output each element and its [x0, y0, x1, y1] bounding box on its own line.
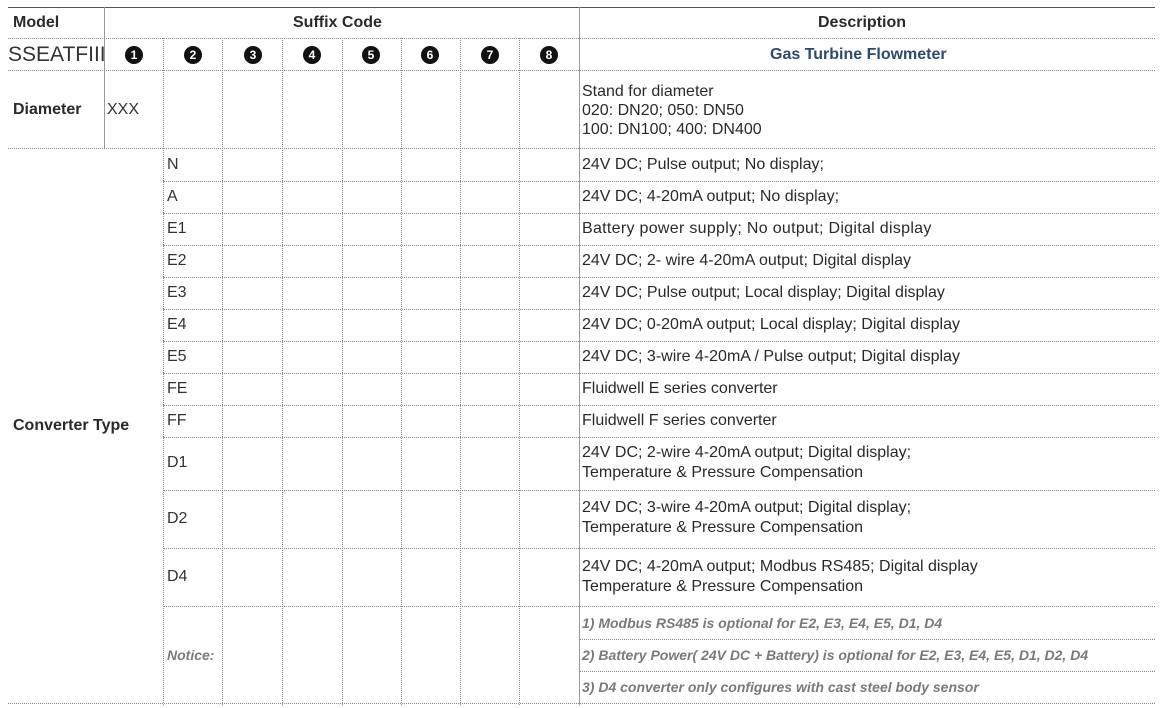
notice-label: Notice:	[167, 647, 215, 663]
diameter-code: XXX	[107, 101, 140, 118]
converter-code: D4	[167, 568, 188, 585]
code-column-rule	[282, 38, 283, 705]
converter-type-label: Converter Type	[13, 417, 130, 434]
notice-item: 1) Modbus RS485 is optional for E2, E3, …	[582, 615, 943, 631]
model-header: Model	[13, 14, 60, 31]
row-rule	[163, 490, 1155, 491]
code-column-rule	[222, 38, 223, 705]
model-row-rule	[8, 70, 1155, 71]
row-rule	[163, 213, 1155, 214]
digit-2-badge: 2	[184, 46, 202, 64]
code-column-rule	[401, 38, 402, 705]
code-column-rule	[519, 38, 520, 705]
description-line: Temperature & Pressure Compensation	[582, 519, 864, 536]
converter-code: FE	[167, 380, 188, 397]
converter-code: D2	[167, 510, 188, 527]
converter-code: E5	[167, 348, 187, 365]
product-title: Gas Turbine Flowmeter	[770, 46, 947, 63]
digit-3-badge: 3	[244, 46, 262, 64]
converter-code: E3	[167, 284, 187, 301]
row-rule	[163, 341, 1155, 342]
notice-item: 3) D4 converter only configures with cas…	[582, 679, 979, 695]
converter-code: FF	[167, 412, 187, 429]
description-line: 24V DC; 4-20mA output; Modbus RS485; Dig…	[582, 558, 978, 575]
converter-code: E1	[167, 220, 187, 237]
notice-item: 2) Battery Power( 24V DC + Battery) is o…	[582, 647, 1089, 663]
digit-6-badge: 6	[421, 46, 439, 64]
header-rule	[8, 38, 1155, 39]
converter-description: 24V DC; Pulse output; No display;	[582, 156, 824, 173]
row-rule	[163, 181, 1155, 182]
table-top-rule	[8, 7, 1155, 8]
digit-8-badge: 8	[540, 46, 558, 64]
description-line: 24V DC; 2-wire 4-20mA output; Digital di…	[582, 444, 912, 461]
description-column-rule	[579, 7, 580, 705]
description-line: 100: DN100; 400: DN400	[582, 121, 762, 138]
notice-rule	[579, 639, 1155, 640]
converter-code: E4	[167, 316, 187, 333]
digit-5-badge: 5	[362, 46, 380, 64]
row-rule	[163, 373, 1155, 374]
converter-description: Fluidwell E series converter	[582, 380, 778, 397]
description-line: 020: DN20; 050: DN50	[582, 102, 744, 119]
suffix-code-header: Suffix Code	[293, 14, 382, 31]
model-code: SSEATFIII	[8, 43, 106, 66]
row-rule	[163, 548, 1155, 549]
converter-description: 24V DC; Pulse output; Local display; Dig…	[582, 284, 945, 301]
diameter-row-rule	[8, 148, 1155, 149]
converter-description: 24V DC; 4-20mA output; Modbus RS485; Dig…	[582, 557, 978, 597]
converter-description: Fluidwell F series converter	[582, 412, 777, 429]
row-rule	[163, 245, 1155, 246]
diameter-label: Diameter	[13, 101, 82, 118]
description-line: Temperature & Pressure Compensation	[582, 578, 864, 595]
code-column-rule	[163, 38, 164, 705]
converter-description: 24V DC; 0-20mA output; Local display; Di…	[582, 316, 960, 333]
description-line: 24V DC; 3-wire 4-20mA output; Digital di…	[582, 499, 912, 516]
model-column-rule	[104, 7, 105, 148]
notice-rule	[579, 671, 1155, 672]
converter-description: 24V DC; 3-wire 4-20mA output; Digital di…	[582, 498, 911, 538]
converter-code: A	[167, 188, 178, 205]
converter-description: 24V DC; 3-wire 4-20mA / Pulse output; Di…	[582, 348, 960, 365]
row-rule	[163, 405, 1155, 406]
description-line: Stand for diameter	[582, 83, 714, 100]
description-line: Temperature & Pressure Compensation	[582, 464, 864, 481]
converter-description: 24V DC; 4-20mA output; No display;	[582, 188, 840, 205]
row-rule	[163, 606, 1155, 607]
code-column-rule	[460, 38, 461, 705]
digit-7-badge: 7	[481, 46, 499, 64]
row-rule	[163, 437, 1155, 438]
table-bottom-rule	[8, 703, 1155, 704]
converter-code: D1	[167, 454, 188, 471]
digit-1-badge: 1	[125, 46, 143, 64]
digit-4-badge: 4	[303, 46, 321, 64]
converter-description: Battery power supply; No output; Digital…	[582, 220, 932, 237]
converter-code: N	[167, 156, 179, 173]
converter-description: 24V DC; 2-wire 4-20mA output; Digital di…	[582, 443, 911, 483]
row-rule	[163, 309, 1155, 310]
converter-code: E2	[167, 252, 187, 269]
description-header: Description	[818, 14, 907, 31]
row-rule	[163, 277, 1155, 278]
diameter-description: Stand for diameter 020: DN20; 050: DN50 …	[582, 82, 762, 140]
code-column-rule	[342, 38, 343, 705]
converter-description: 24V DC; 2- wire 4-20mA output; Digital d…	[582, 252, 912, 269]
